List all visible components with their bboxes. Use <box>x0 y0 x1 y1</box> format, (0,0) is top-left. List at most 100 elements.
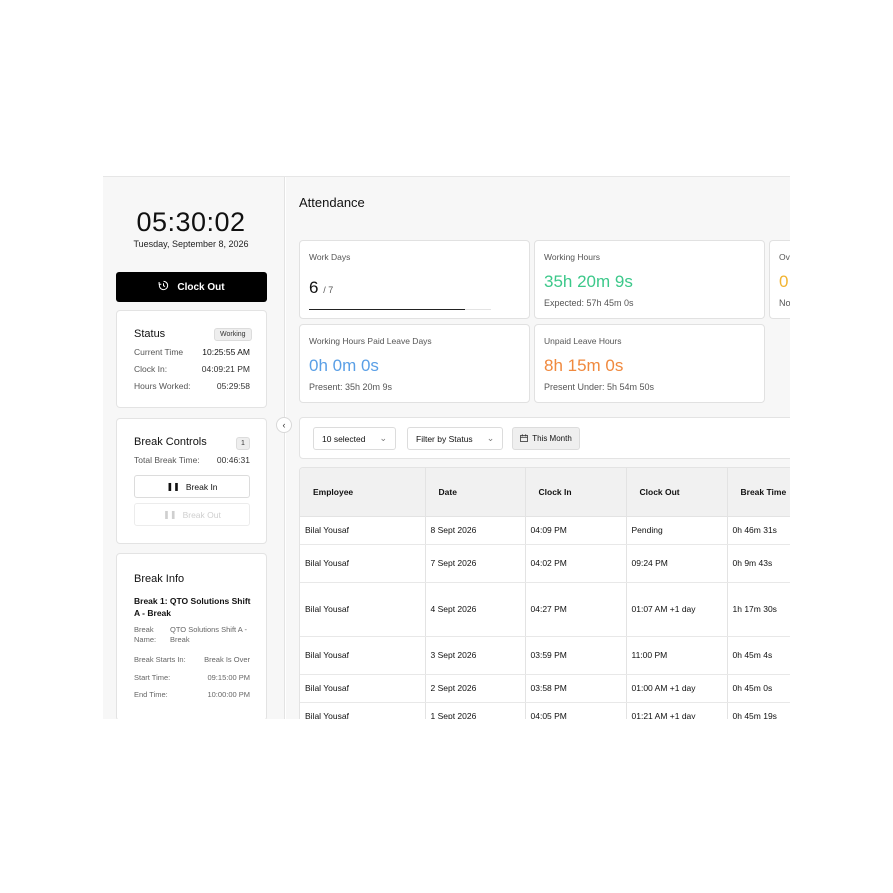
table-row[interactable]: Bilal Yousaf 8 Sept 2026 04:09 PM Pendin… <box>300 516 790 545</box>
employee-cell: Bilal Yousaf <box>300 582 426 637</box>
hours-worked-value: 05:29:58 <box>216 381 250 391</box>
break-time-cell: 0h 9m 43s <box>727 544 790 583</box>
pause-icon: ❚❚ <box>163 510 177 519</box>
clock-out-button[interactable]: Clock Out <box>116 272 267 302</box>
break-starts-value: Break Is Over <box>204 655 250 664</box>
working-hours-card: Working Hours 35h 20m 9s Expected: 57h 4… <box>534 240 765 319</box>
employee-cell: Bilal Yousaf <box>300 702 426 719</box>
table-row[interactable]: Bilal Yousaf 7 Sept 2026 04:02 PM 09:24 … <box>300 544 790 583</box>
pause-icon: ❚❚ <box>166 482 180 491</box>
work-days-card: Work Days 6 / 7 <box>299 240 530 319</box>
filter-bar: 10 selected ⌄ Filter by Status ⌄ This Mo… <box>299 417 790 459</box>
clock-out-cell: Pending <box>626 516 728 545</box>
break-info-subtitle: Break 1: QTO Solutions Shift A - Break <box>134 596 251 618</box>
date-cell: 4 Sept 2026 <box>425 582 526 637</box>
date-cell: 2 Sept 2026 <box>425 674 526 703</box>
break-out-label: Break Out <box>182 509 221 520</box>
working-hours-sub: Expected: 57h 45m 0s <box>544 298 634 308</box>
status-title: Status <box>134 328 166 340</box>
table-header-row: Employee Date Clock In Clock Out Break T… <box>300 468 790 517</box>
employee-select-value: 10 selected <box>322 433 366 444</box>
current-time-value: 10:25:55 AM <box>202 347 250 357</box>
this-month-button[interactable]: This Month <box>512 427 580 450</box>
paid-leave-label: Working Hours Paid Leave Days <box>309 336 432 346</box>
table-row[interactable]: Bilal Yousaf 1 Sept 2026 04:05 PM 01:21 … <box>300 702 790 719</box>
date-cell: 3 Sept 2026 <box>425 636 526 675</box>
col-break-time[interactable]: Break Time <box>727 468 790 517</box>
break-info-title: Break Info <box>134 573 185 585</box>
clock-out-cell: 11:00 PM <box>626 636 728 675</box>
clock-in-cell: 03:59 PM <box>525 636 627 675</box>
table-row[interactable]: Bilal Yousaf 3 Sept 2026 03:59 PM 11:00 … <box>300 636 790 675</box>
unpaid-leave-label: Unpaid Leave Hours <box>544 336 622 346</box>
col-date[interactable]: Date <box>425 468 526 517</box>
break-info-card: Break Info Break 1: QTO Solutions Shift … <box>116 553 267 719</box>
end-time-row: End Time: 10:00:00 PM <box>134 690 250 699</box>
overtime-sub: No <box>779 298 790 308</box>
paid-leave-card: Working Hours Paid Leave Days 0h 0m 0s P… <box>299 324 530 403</box>
end-time-label: End Time: <box>134 690 168 699</box>
paid-leave-sub: Present: 35h 20m 9s <box>309 382 393 392</box>
date-cell: 8 Sept 2026 <box>425 516 526 545</box>
work-days-label: Work Days <box>309 252 351 262</box>
col-clock-out[interactable]: Clock Out <box>626 468 728 517</box>
total-break-value: 00:46:31 <box>216 455 250 465</box>
overtime-value: 0 <box>779 272 789 291</box>
work-days-value-wrap: 6 / 7 <box>309 278 333 298</box>
break-time-cell: 0h 45m 19s <box>727 702 790 719</box>
table-row[interactable]: Bilal Yousaf 2 Sept 2026 03:58 PM 01:00 … <box>300 674 790 703</box>
clock-out-cell: 01:21 AM +1 day <box>626 702 728 719</box>
clock-in-cell: 04:09 PM <box>525 516 627 545</box>
employee-select[interactable]: 10 selected ⌄ <box>313 427 397 450</box>
total-break-label: Total Break Time: <box>134 455 200 465</box>
unpaid-leave-value: 8h 15m 0s <box>544 356 624 375</box>
break-time-cell: 0h 45m 4s <box>727 636 790 675</box>
overtime-label: Ov <box>779 252 790 262</box>
clock-in-value: 04:09:21 PM <box>201 364 250 374</box>
table-row[interactable]: Bilal Yousaf 4 Sept 2026 04:27 PM 01:07 … <box>300 582 790 637</box>
clock-in-cell: 04:27 PM <box>525 582 627 637</box>
work-days-progress-fill <box>309 309 465 310</box>
clock-out-cell: 01:07 AM +1 day <box>626 582 728 637</box>
break-time-cell: 0h 46m 31s <box>727 516 790 545</box>
chevron-down-icon: ⌄ <box>379 433 388 443</box>
date-cell: 7 Sept 2026 <box>425 544 526 583</box>
clock-in-cell: 03:58 PM <box>525 674 627 703</box>
break-controls-card: Break Controls 1 Total Break Time: 00:46… <box>116 418 267 544</box>
work-days-progress <box>309 309 491 310</box>
clock-out-cell: 01:00 AM +1 day <box>626 674 728 703</box>
break-in-button[interactable]: ❚❚ Break In <box>134 475 250 498</box>
history-icon <box>158 280 169 294</box>
paid-leave-value: 0h 0m 0s <box>309 356 379 375</box>
col-clock-in[interactable]: Clock In <box>525 468 627 517</box>
break-name-label: Break Name: <box>134 625 157 644</box>
break-controls-title: Break Controls <box>134 436 207 448</box>
break-name-row: Break Name: QTO Solutions Shift A - Brea… <box>134 625 250 645</box>
break-name-value: QTO Solutions Shift A - Break <box>170 625 247 644</box>
current-date: Tuesday, September 8, 2026 <box>133 239 249 249</box>
break-out-button[interactable]: ❚❚ Break Out <box>134 503 250 526</box>
break-count-badge: 1 <box>236 437 250 450</box>
work-days-value: 6 <box>309 278 319 297</box>
unpaid-leave-card: Unpaid Leave Hours 8h 15m 0s Present Und… <box>534 324 765 403</box>
status-filter-select[interactable]: Filter by Status ⌄ <box>407 427 504 450</box>
clock-in-label: Clock In: <box>134 364 168 374</box>
chevron-down-icon: ⌄ <box>486 433 495 443</box>
end-time-value: 10:00:00 PM <box>207 690 250 699</box>
chevron-left-icon: ‹ <box>282 420 286 430</box>
employee-cell: Bilal Yousaf <box>300 674 426 703</box>
collapse-sidebar-button[interactable]: ‹ <box>276 417 292 433</box>
current-time-row: Current Time 10:25:55 AM <box>134 347 250 357</box>
clock-in-cell: 04:02 PM <box>525 544 627 583</box>
break-time-cell: 1h 17m 30s <box>727 582 790 637</box>
status-badge: Working <box>214 328 252 341</box>
clock-in-row: Clock In: 04:09:21 PM <box>134 364 250 374</box>
employee-cell: Bilal Yousaf <box>300 636 426 675</box>
hours-worked-row: Hours Worked: 05:29:58 <box>134 381 250 391</box>
start-time-row: Start Time: 09:15:00 PM <box>134 673 250 682</box>
hours-worked-label: Hours Worked: <box>134 381 191 391</box>
start-time-value: 09:15:00 PM <box>207 673 250 682</box>
col-employee[interactable]: Employee <box>300 468 426 517</box>
clock-out-cell: 09:24 PM <box>626 544 728 583</box>
unpaid-leave-sub: Present Under: 5h 54m 50s <box>544 382 655 392</box>
